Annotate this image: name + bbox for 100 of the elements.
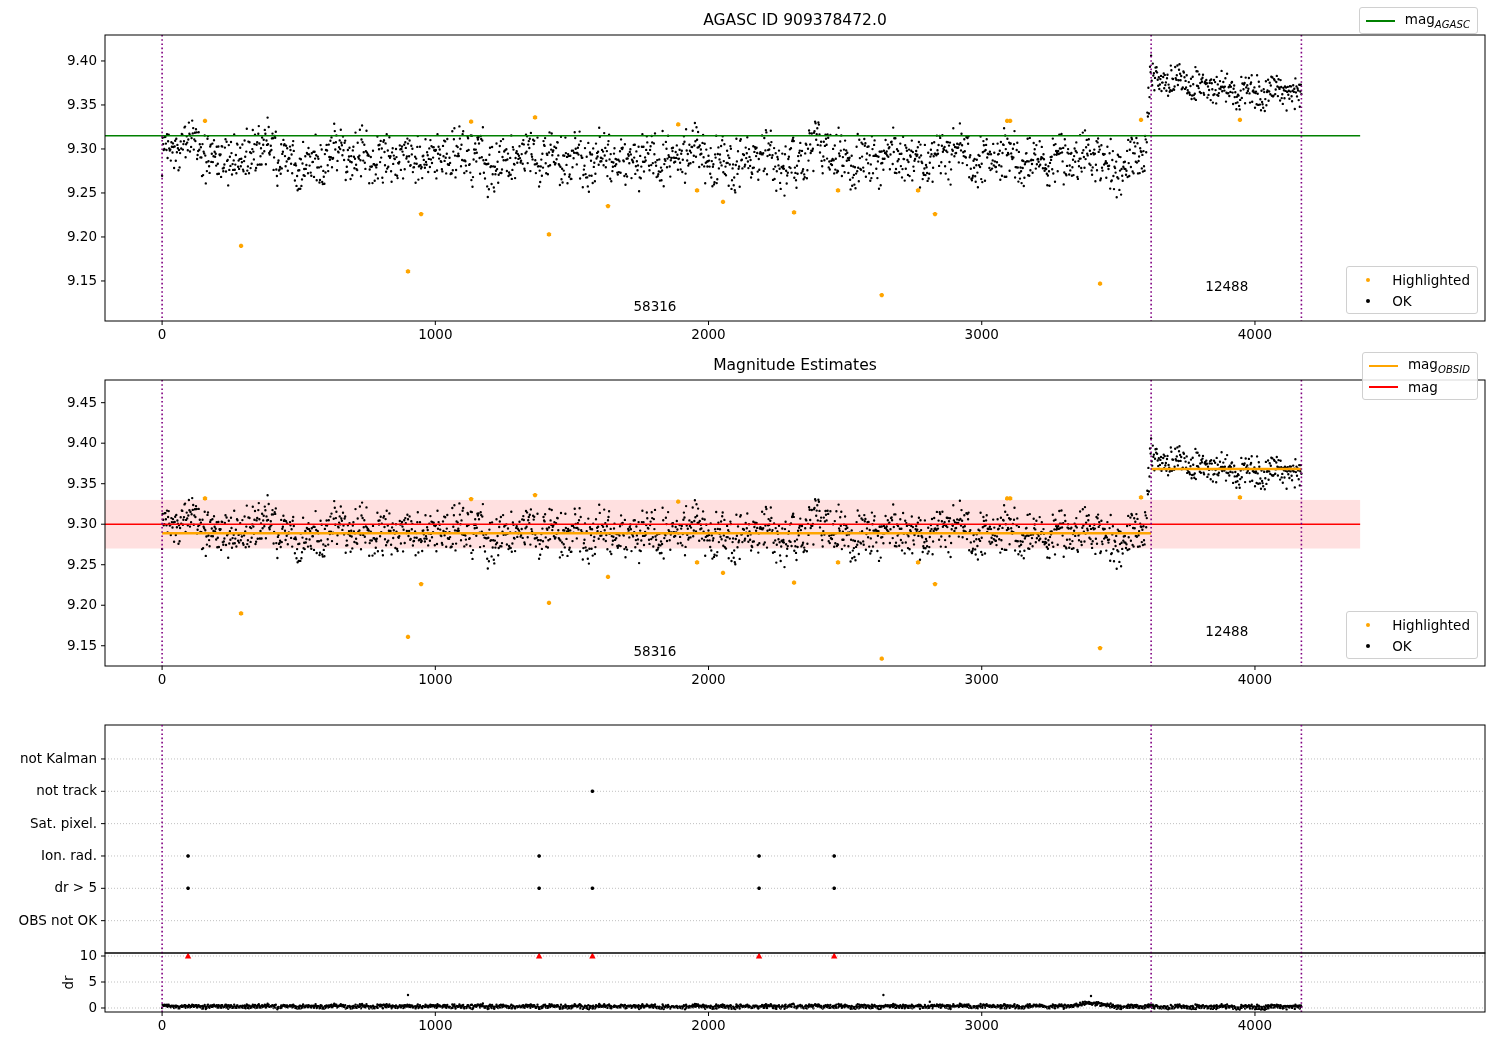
- triangle-marker: [589, 952, 596, 959]
- data-point: [1237, 495, 1243, 500]
- data-point: [546, 232, 552, 237]
- data-point: [694, 560, 700, 565]
- data-point: [537, 854, 541, 858]
- data-point: [419, 211, 424, 217]
- legend-label: mag$_{OBSID}$: [1407, 356, 1471, 375]
- data-point: [932, 211, 938, 217]
- legend-label: mag: [1407, 378, 1439, 395]
- tick-label: 1000: [418, 1017, 453, 1033]
- data-point: [1097, 281, 1103, 286]
- data-point: [915, 560, 921, 565]
- tick-label: 2000: [691, 326, 726, 342]
- data-point: [186, 886, 190, 891]
- tick-label: 9.40: [66, 434, 97, 451]
- tick-label: 9.30: [66, 139, 97, 156]
- tick-label: 4000: [1237, 1017, 1273, 1033]
- annotation-label: 12488: [1205, 278, 1249, 295]
- tick-label: 4000: [1237, 671, 1273, 687]
- data-point: [537, 886, 541, 891]
- tick-label: 9.35: [66, 95, 97, 112]
- data-point: [1138, 495, 1144, 500]
- tick-label: not track: [36, 782, 97, 799]
- data-point: [469, 119, 474, 124]
- data-point: [915, 188, 921, 193]
- data-point: [1138, 117, 1144, 123]
- data-point: [932, 582, 938, 587]
- tick-label: Ion. rad.: [40, 847, 97, 863]
- tick-label: 0: [157, 1017, 167, 1033]
- tick-label: 4000: [1237, 326, 1273, 342]
- data-point: [590, 886, 595, 891]
- data-point: [605, 574, 611, 579]
- legend-label: mag$_{AGASC}$: [1404, 11, 1471, 30]
- triangle-marker: [184, 952, 192, 959]
- data-point: [605, 204, 611, 209]
- data-point: [720, 199, 726, 204]
- tick-label: 3000: [964, 1017, 999, 1033]
- tick-label: 2000: [691, 671, 726, 687]
- triangle-marker: [535, 952, 543, 959]
- data-point: [835, 188, 841, 193]
- tick-label: 1000: [418, 671, 453, 687]
- data-point: [469, 496, 474, 502]
- tick-label: 10: [79, 947, 97, 963]
- data-point: [757, 854, 761, 858]
- legend-label: OK: [1392, 292, 1413, 309]
- tick-label: 3000: [964, 671, 999, 687]
- data-point: [590, 789, 595, 794]
- data-point: [419, 582, 424, 587]
- data-point: [405, 269, 411, 274]
- tick-label: 2000: [691, 1017, 726, 1033]
- data-point: [202, 118, 208, 123]
- data-point: [546, 600, 552, 605]
- data-point: [694, 188, 700, 193]
- data-point: [1237, 117, 1243, 123]
- data-point: [879, 292, 884, 298]
- data-point: [832, 854, 836, 858]
- data-point: [791, 210, 797, 215]
- tick-label: 9.15: [66, 271, 97, 288]
- legend-label: OK: [1392, 637, 1413, 654]
- tick-label: dr > 5: [54, 879, 97, 896]
- data-point: [186, 854, 190, 858]
- tick-label: 1000: [418, 326, 453, 342]
- chart-title: AGASC ID 909378472.0: [703, 11, 887, 29]
- data-point: [832, 886, 836, 891]
- tick-label: 9.25: [66, 183, 97, 200]
- data-point: [1097, 646, 1103, 651]
- tick-label: 9.15: [66, 636, 97, 653]
- tick-label: 9.20: [66, 227, 97, 244]
- triangle-marker: [831, 952, 838, 959]
- axis-label: dr: [60, 975, 76, 990]
- data-point: [720, 570, 726, 575]
- tick-label: 0: [157, 326, 167, 342]
- legend-label: Highlighted: [1392, 616, 1471, 633]
- data-point: [202, 496, 208, 501]
- data-point: [879, 656, 884, 661]
- tick-label: Sat. pixel.: [30, 814, 97, 831]
- tick-label: not Kalman: [19, 749, 97, 766]
- data-point: [791, 580, 797, 585]
- tick-label: 9.20: [66, 596, 97, 613]
- triangle-marker: [755, 952, 763, 959]
- data-point: [532, 115, 538, 120]
- data-point: [238, 611, 244, 616]
- data-point: [757, 886, 761, 891]
- legend-label: Highlighted: [1392, 271, 1471, 288]
- tick-label: OBS not OK: [18, 911, 97, 928]
- tick-label: 9.45: [66, 393, 97, 410]
- tick-label: 0: [88, 999, 97, 1015]
- data-point: [532, 492, 538, 498]
- tick-label: 9.25: [66, 555, 97, 572]
- tick-label: 9.35: [66, 474, 97, 491]
- chart-title: Magnitude Estimates: [713, 356, 877, 374]
- data-point: [405, 634, 411, 639]
- data-point: [676, 122, 681, 127]
- tick-label: 5: [88, 973, 97, 989]
- data-point: [835, 560, 841, 565]
- tick-label: 9.40: [66, 51, 97, 68]
- annotation-label: 12488: [1205, 622, 1249, 639]
- annotation-label: 58316: [633, 642, 677, 659]
- data-point: [676, 499, 681, 504]
- data-point: [238, 243, 244, 248]
